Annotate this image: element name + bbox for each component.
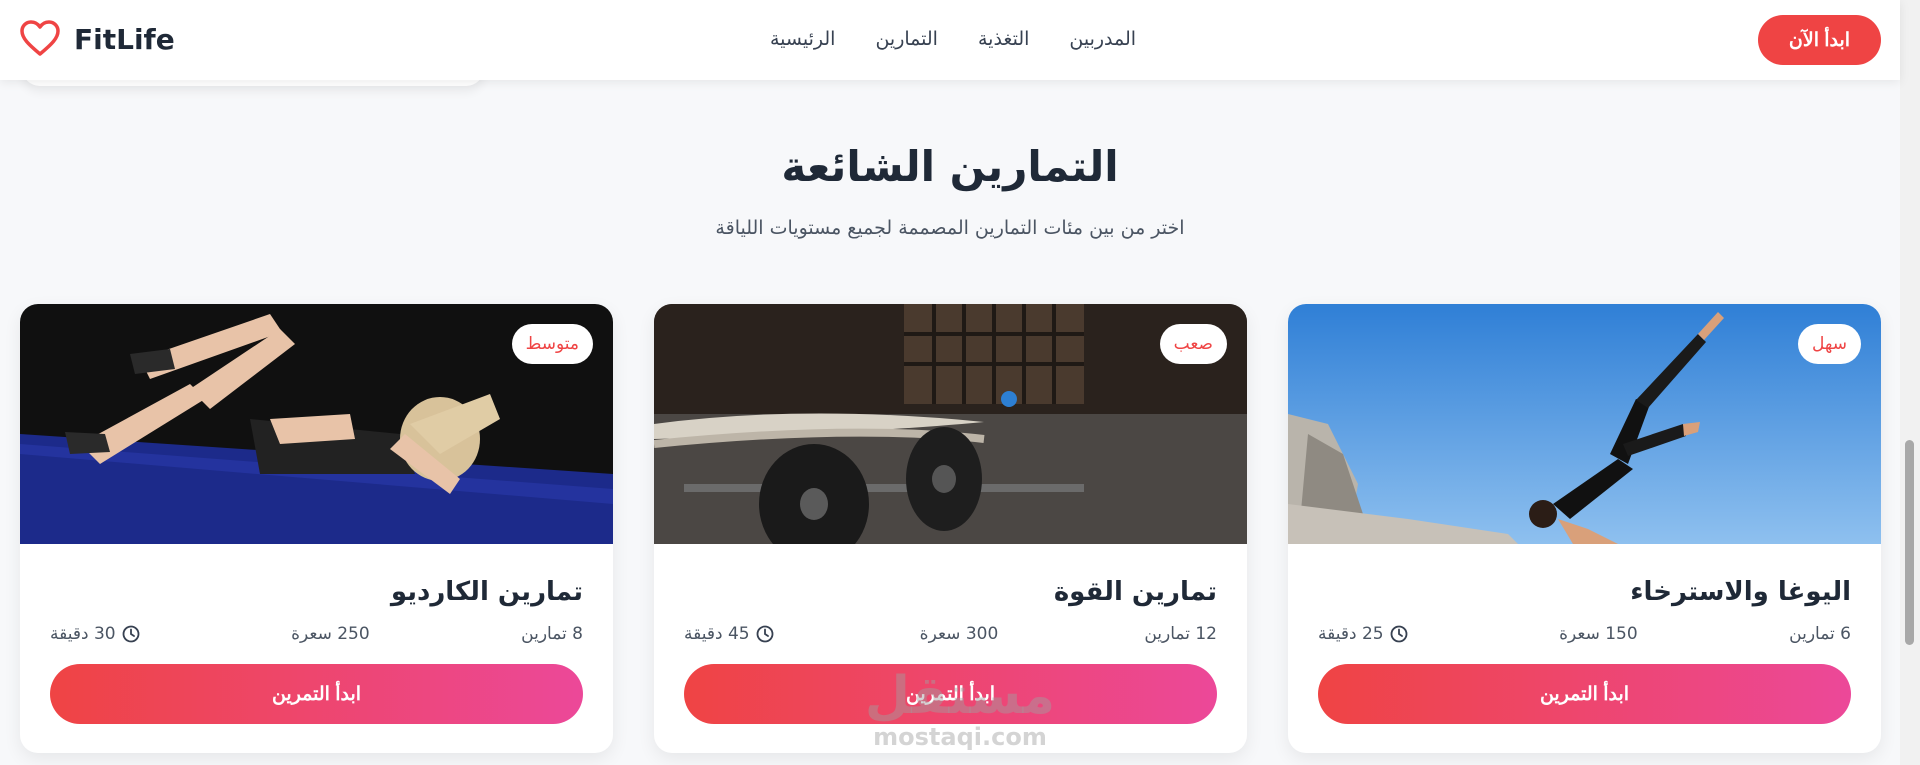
exercise-count: 8 تمارين [521,624,583,644]
clock-icon [1390,625,1408,643]
workout-card-cardio: متوسط تمارين الكارديو 8 تمارين 250 سعرة … [20,304,613,753]
exercise-count: 6 تمارين [1789,624,1851,644]
duration-text: 25 دقيقة [1318,624,1384,644]
watermark-arabic: مستقل [864,666,1056,726]
exercise-count: 12 تمارين [1144,624,1217,644]
duration: 30 دقيقة [50,622,140,646]
duration-text: 45 دقيقة [684,624,750,644]
duration-text: 30 دقيقة [50,624,116,644]
workout-card-yoga: سهل اليوغا والاسترخاء 6 تمارين 150 سعرة … [1288,304,1881,753]
calories: 250 سعرة [291,624,370,644]
section-subtitle: اختر من بين مئات التمارين المصممة لجميع … [715,217,1185,239]
logo-text: FitLife [74,22,175,56]
cardio-photo: متوسط [20,304,613,544]
duration: 25 دقيقة [1318,622,1408,646]
calories: 300 سعرة [919,624,999,644]
section-title: التمارين الشائعة [781,142,1119,191]
main-nav: الرئيسية التمارين التغذية المدربين [770,28,1136,50]
heart-icon [20,20,60,58]
calories: 150 سعرة [1559,624,1638,644]
page-scrollbar[interactable] [1900,0,1920,765]
watermark-latin: mostaqi.com [873,723,1047,751]
difficulty-badge: صعب [1159,324,1227,364]
nav-item-home[interactable]: الرئيسية [770,28,835,50]
nav-item-nutrition[interactable]: التغذية [978,28,1029,50]
duration: 45 دقيقة [684,622,774,646]
start-workout-button[interactable]: ابدأ التمرين [1318,664,1851,724]
barbell-photo: صعب [654,304,1247,544]
nav-item-trainers[interactable]: المدربين [1069,28,1136,50]
watermark: مستقل mostaqi.com [860,668,1060,750]
difficulty-badge: سهل [1798,324,1861,364]
start-now-button[interactable]: ابدأ الآن [1758,15,1881,65]
card-meta: 12 تمارين 300 سعرة 45 دقيقة [684,622,1217,646]
top-navbar: FitLife الرئيسية التمارين التغذية المدرب… [0,0,1900,80]
start-workout-button[interactable]: ابدأ التمرين [50,664,583,724]
difficulty-badge: متوسط [511,324,593,364]
card-title: اليوغا والاسترخاء [1630,577,1851,607]
card-title: تمارين الكارديو [390,577,583,607]
clock-icon [122,625,140,643]
card-meta: 8 تمارين 250 سعرة 30 دقيقة [50,622,583,646]
nav-item-workouts[interactable]: التمارين [875,28,938,50]
card-meta: 6 تمارين 150 سعرة 25 دقيقة [1318,622,1851,646]
scrollbar-thumb[interactable] [1905,440,1914,645]
clock-icon [756,625,774,643]
yoga-photo: سهل [1288,304,1881,544]
logo[interactable]: FitLife [20,20,175,58]
card-title: تمارين القوة [1053,577,1217,607]
